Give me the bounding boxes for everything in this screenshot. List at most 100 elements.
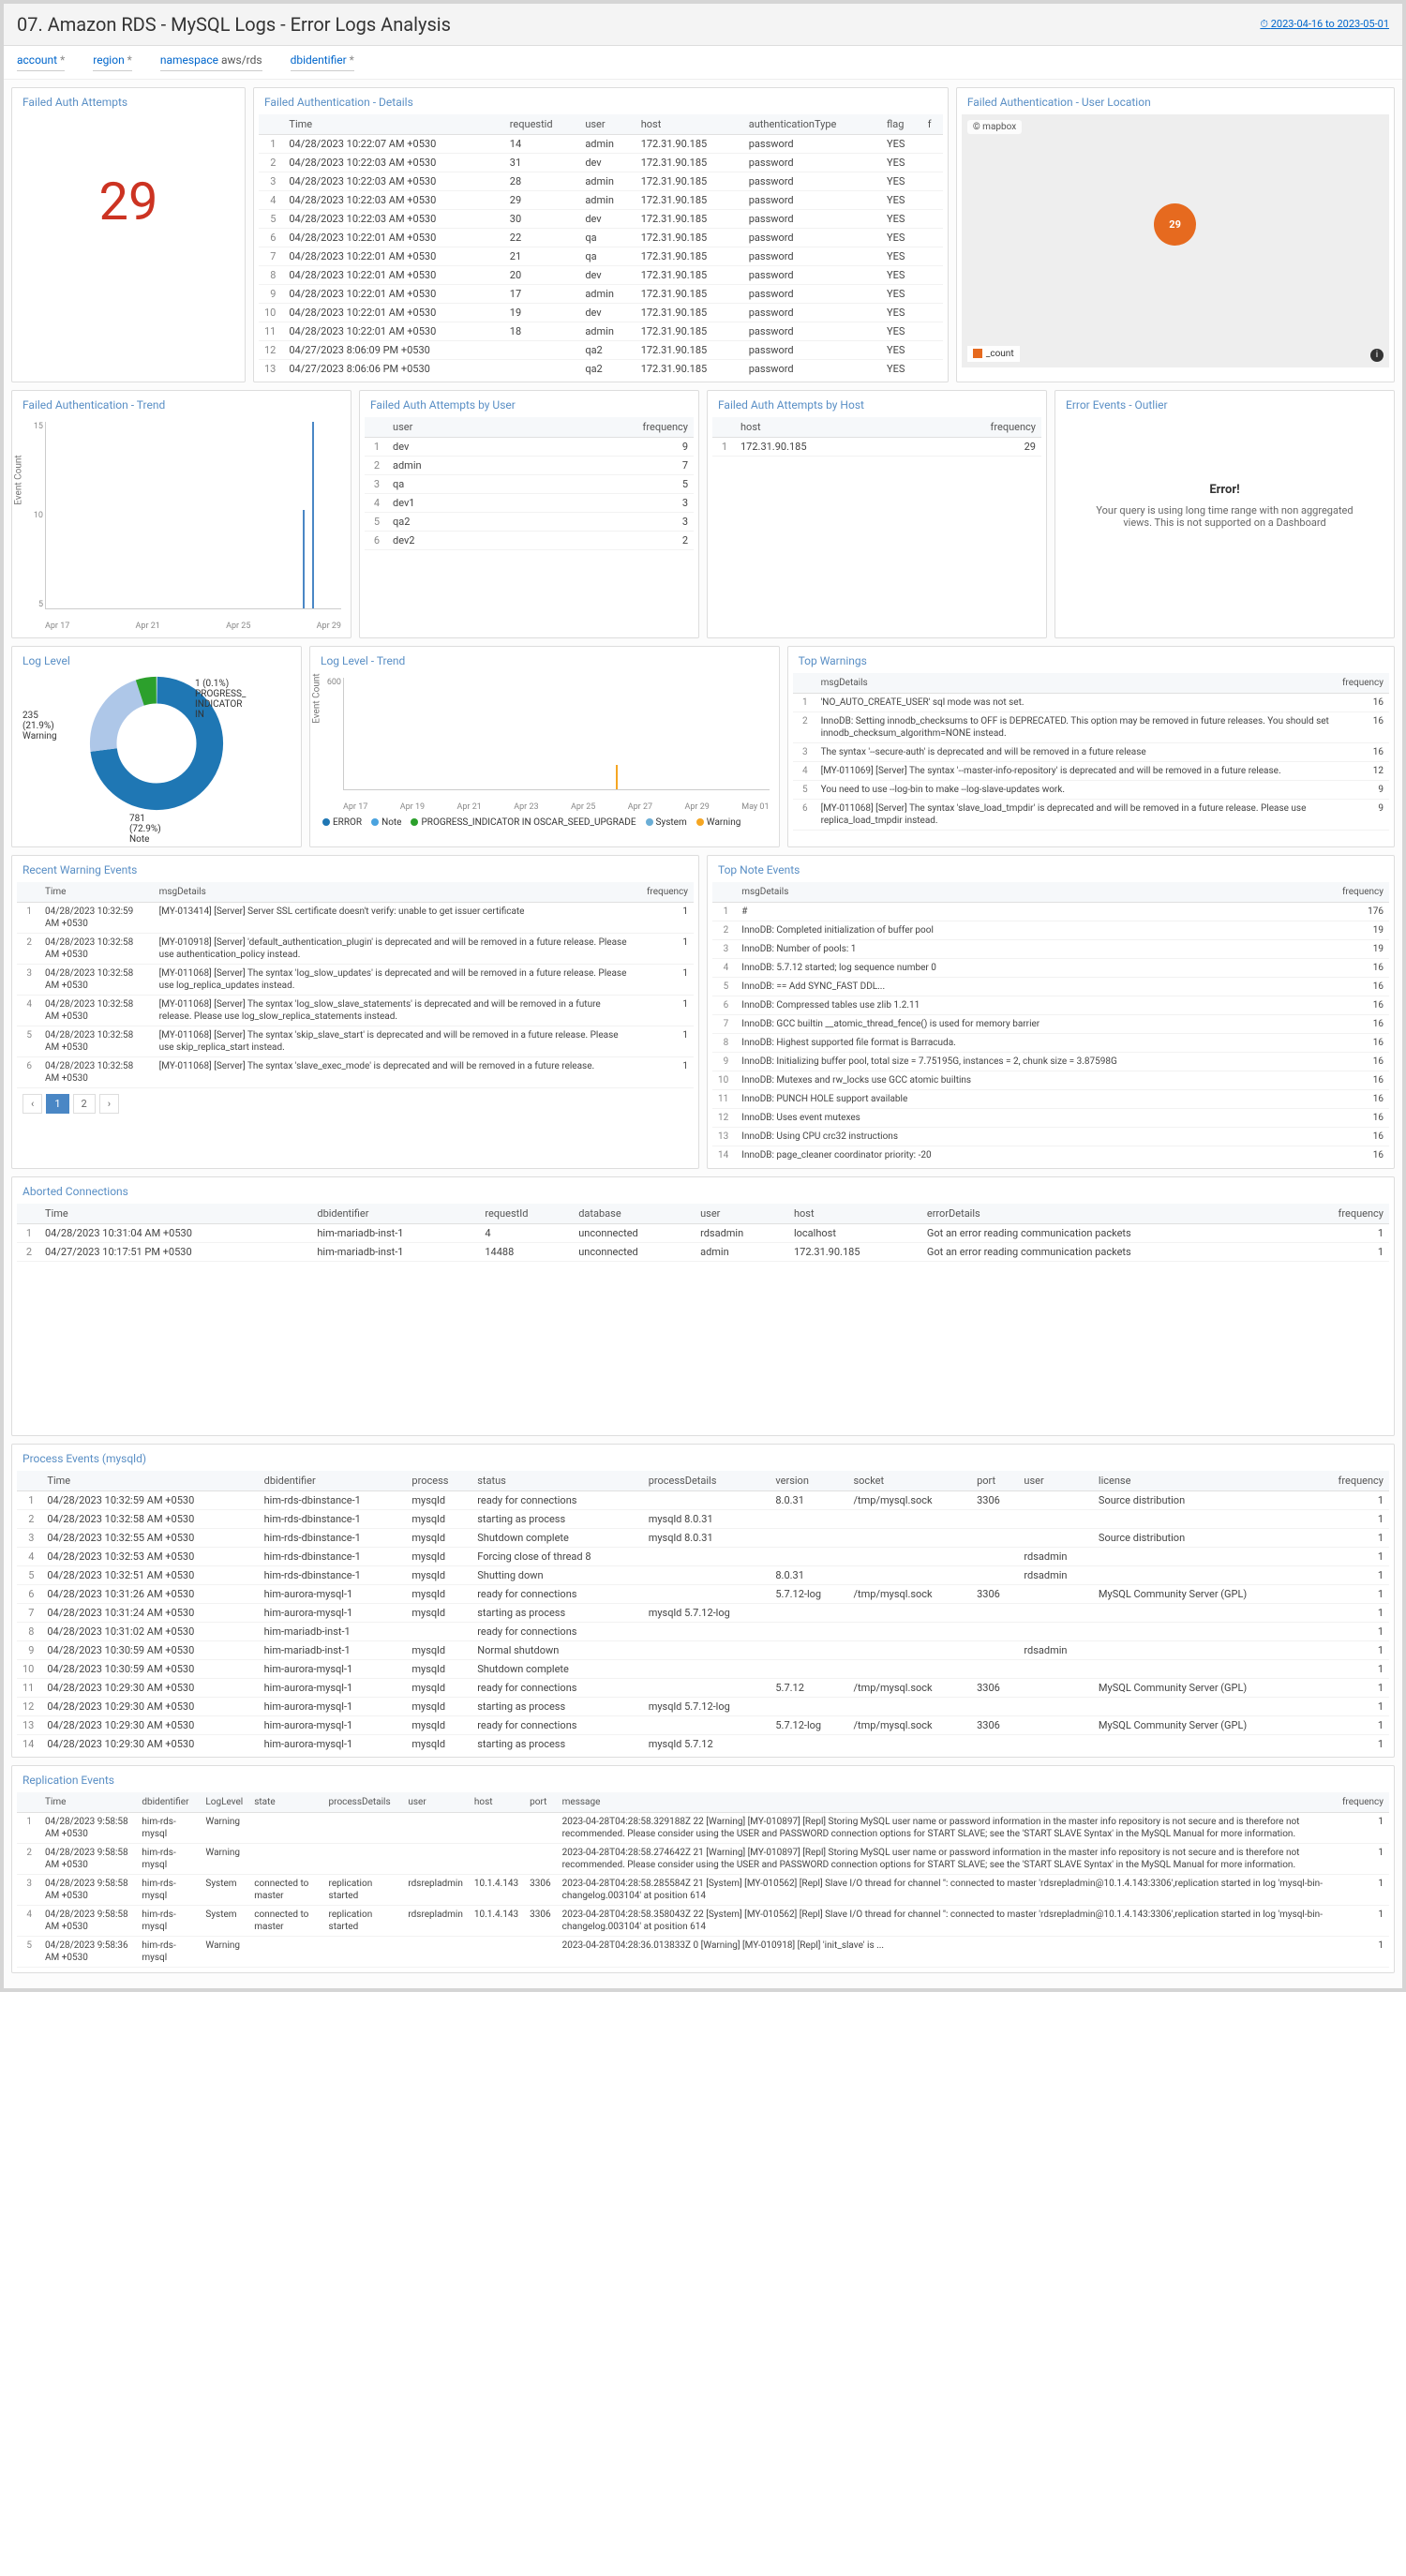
page-2[interactable]: 2	[73, 1094, 96, 1114]
table-row[interactable]: 104/28/2023 10:22:07 AM +053014admin172.…	[259, 135, 943, 154]
table-row[interactable]: 14InnoDB: page_cleaner coordinator prior…	[712, 1146, 1389, 1164]
table-row[interactable]: 404/28/2023 10:32:53 AM +0530him-rds-dbi…	[17, 1548, 1389, 1566]
table-row[interactable]: 9InnoDB: Initializing buffer pool, total…	[712, 1053, 1389, 1071]
table-row[interactable]: 5InnoDB: == Add SYNC_FAST DDL...16	[712, 978, 1389, 996]
table-row[interactable]: 2InnoDB: Setting innodb_checksums to OFF…	[793, 712, 1389, 743]
table-replication[interactable]: TimedbidentifierLogLevelstateprocessDeta…	[17, 1792, 1389, 1968]
table-row[interactable]: 204/28/2023 9:58:58 AM +0530him-rds-mysq…	[17, 1844, 1389, 1875]
table-row[interactable]: 804/28/2023 10:22:01 AM +053020dev172.31…	[259, 266, 943, 285]
panel-loglevel-trend: Log Level - Trend Event Count600Apr 17Ap…	[309, 646, 780, 847]
table-row[interactable]: 804/28/2023 10:31:02 AM +0530him-mariadb…	[17, 1623, 1389, 1641]
table-row[interactable]: 13InnoDB: Using CPU crc32 instructions16	[712, 1128, 1389, 1146]
page-next[interactable]: ›	[99, 1094, 119, 1114]
table-row[interactable]: 104/28/2023 9:58:58 AM +0530him-rds-mysq…	[17, 1813, 1389, 1844]
table-row[interactable]: 3The syntax '--secure-auth' is deprecate…	[793, 743, 1389, 762]
pagination: ‹ 1 2 ›	[17, 1088, 694, 1119]
table-aborted[interactable]: TimedbidentifierrequestIddatabaseuserhos…	[17, 1204, 1389, 1262]
table-row[interactable]: 5qa23	[365, 513, 694, 532]
filter-account[interactable]: account *	[17, 53, 65, 71]
table-row[interactable]: 7InnoDB: GCC builtin __atomic_thread_fen…	[712, 1015, 1389, 1034]
table-row[interactable]: 2InnoDB: Completed initialization of buf…	[712, 921, 1389, 940]
table-row[interactable]: 1dev9	[365, 438, 694, 457]
panel-title: Log Level	[17, 651, 296, 673]
table-row[interactable]: 1004/28/2023 10:30:59 AM +0530him-aurora…	[17, 1660, 1389, 1679]
map-cluster-bubble[interactable]: 29	[1154, 203, 1196, 246]
table-row[interactable]: 904/28/2023 10:22:01 AM +053017admin172.…	[259, 285, 943, 304]
info-icon[interactable]: i	[1370, 349, 1384, 362]
table-row[interactable]: 1204/27/2023 8:06:09 PM +0530qa2172.31.9…	[259, 341, 943, 360]
table-row[interactable]: 1172.31.90.18529	[712, 438, 1041, 457]
table-row[interactable]: 204/28/2023 10:32:58 AM +0530[MY-010918]…	[17, 934, 694, 965]
table-row[interactable]: 6dev22	[365, 532, 694, 550]
table-row[interactable]: 3InnoDB: Number of pools: 119	[712, 940, 1389, 959]
table-row[interactable]: 6[MY-011068] [Server] The syntax 'slave_…	[793, 800, 1389, 831]
table-row[interactable]: 204/28/2023 10:32:58 AM +0530him-rds-dbi…	[17, 1510, 1389, 1529]
table-row[interactable]: 104/28/2023 10:32:59 AM +0530him-rds-dbi…	[17, 1491, 1389, 1510]
table-row[interactable]: 604/28/2023 10:22:01 AM +053022qa172.31.…	[259, 229, 943, 247]
table-row[interactable]: 704/28/2023 10:22:01 AM +053021qa172.31.…	[259, 247, 943, 266]
panel-title: Failed Auth Attempts by Host	[712, 396, 1041, 417]
table-row[interactable]: 6InnoDB: Compressed tables use zlib 1.2.…	[712, 996, 1389, 1015]
mapbox-logo: © mapbox	[967, 120, 1022, 134]
table-row[interactable]: 11InnoDB: PUNCH HOLE support available16	[712, 1090, 1389, 1109]
table-row[interactable]: 304/28/2023 9:58:58 AM +0530him-rds-mysq…	[17, 1875, 1389, 1906]
chart-loglevel-trend[interactable]: Event Count600Apr 17Apr 19Apr 21Apr 23Ap…	[315, 673, 774, 814]
table-row[interactable]: 704/28/2023 10:31:24 AM +0530him-aurora-…	[17, 1604, 1389, 1623]
table-row[interactable]: 1'NO_AUTO_CREATE_USER' sql mode was not …	[793, 694, 1389, 712]
chart-failed-trend[interactable]: Event Count15105Apr 17Apr 21Apr 25Apr 29	[17, 417, 346, 633]
table-row[interactable]: 404/28/2023 9:58:58 AM +0530him-rds-mysq…	[17, 1906, 1389, 1937]
table-row[interactable]: 204/28/2023 10:22:03 AM +053031dev172.31…	[259, 154, 943, 172]
filter-region[interactable]: region *	[93, 53, 132, 71]
table-row[interactable]: 504/28/2023 10:22:03 AM +053030dev172.31…	[259, 210, 943, 229]
panel-aborted: Aborted Connections Timedbidentifierrequ…	[11, 1176, 1395, 1436]
table-top-note[interactable]: msgDetailsfrequency1#1762InnoDB: Complet…	[712, 882, 1389, 1163]
table-row[interactable]: 304/28/2023 10:22:03 AM +053028admin172.…	[259, 172, 943, 191]
table-row[interactable]: 104/28/2023 10:31:04 AM +0530him-mariadb…	[17, 1224, 1389, 1243]
table-row[interactable]: 1104/28/2023 10:22:01 AM +053018admin172…	[259, 322, 943, 341]
panel-title: Recent Warning Events	[17, 861, 694, 882]
panel-failed-map: Failed Authentication - User Location © …	[956, 87, 1395, 382]
map-viewport[interactable]: © mapbox 29 _count i	[962, 114, 1389, 367]
table-row[interactable]: 10InnoDB: Mutexes and rw_locks use GCC a…	[712, 1071, 1389, 1090]
panel-title: Failed Authentication - User Location	[962, 93, 1389, 114]
table-row[interactable]: 404/28/2023 10:22:03 AM +053029admin172.…	[259, 191, 943, 210]
table-row[interactable]: 104/28/2023 10:32:59 AM +0530[MY-013414]…	[17, 903, 694, 934]
filter-namespace[interactable]: namespace aws/rds	[160, 53, 262, 71]
table-by-host[interactable]: hostfrequency1172.31.90.18529	[712, 417, 1041, 457]
table-row[interactable]: 304/28/2023 10:32:55 AM +0530him-rds-dbi…	[17, 1529, 1389, 1548]
table-row[interactable]: 504/28/2023 10:32:51 AM +0530him-rds-dbi…	[17, 1566, 1389, 1585]
daterange-picker[interactable]: 2023-04-16 to 2023-05-01	[1260, 18, 1389, 31]
table-recent-warning[interactable]: TimemsgDetailsfrequency104/28/2023 10:32…	[17, 882, 694, 1088]
table-row[interactable]: 4dev13	[365, 494, 694, 513]
table-row[interactable]: 1204/28/2023 10:29:30 AM +0530him-aurora…	[17, 1698, 1389, 1716]
table-row[interactable]: 1304/28/2023 10:29:30 AM +0530him-aurora…	[17, 1716, 1389, 1735]
table-failed-details[interactable]: TimerequestiduserhostauthenticationTypef…	[259, 114, 943, 377]
table-row[interactable]: 304/28/2023 10:32:58 AM +0530[MY-011068]…	[17, 965, 694, 996]
table-process[interactable]: TimedbidentifierprocessstatusprocessDeta…	[17, 1471, 1389, 1752]
table-row[interactable]: 2admin7	[365, 457, 694, 475]
table-row[interactable]: 8InnoDB: Highest supported file format i…	[712, 1034, 1389, 1053]
table-row[interactable]: 1#176	[712, 903, 1389, 921]
table-row[interactable]: 12InnoDB: Uses event mutexes16	[712, 1109, 1389, 1128]
table-row[interactable]: 1304/27/2023 8:06:06 PM +0530qa2172.31.9…	[259, 360, 943, 378]
table-row[interactable]: 904/28/2023 10:30:59 AM +0530him-mariadb…	[17, 1641, 1389, 1660]
table-row[interactable]: 4[MY-011069] [Server] The syntax '--mast…	[793, 762, 1389, 781]
table-row[interactable]: 404/28/2023 10:32:58 AM +0530[MY-011068]…	[17, 996, 694, 1026]
table-row[interactable]: 1404/28/2023 10:29:30 AM +0530him-aurora…	[17, 1735, 1389, 1753]
table-row[interactable]: 5You need to use --log-bin to make --log…	[793, 781, 1389, 800]
table-row[interactable]: 204/27/2023 10:17:51 PM +0530him-mariadb…	[17, 1243, 1389, 1262]
table-row[interactable]: 604/28/2023 10:32:58 AM +0530[MY-011068]…	[17, 1057, 694, 1088]
table-top-warnings[interactable]: msgDetailsfrequency1'NO_AUTO_CREATE_USER…	[793, 673, 1389, 831]
table-row[interactable]: 504/28/2023 9:58:36 AM +0530him-rds-mysq…	[17, 1937, 1389, 1968]
table-row[interactable]: 4InnoDB: 5.7.12 started; log sequence nu…	[712, 959, 1389, 978]
table-by-user[interactable]: userfrequency1dev92admin73qa54dev135qa23…	[365, 417, 694, 550]
table-row[interactable]: 1004/28/2023 10:22:01 AM +053019dev172.3…	[259, 304, 943, 322]
chart-loglevel-donut[interactable]: 235 (21.9%) Warning781 (72.9%) Note1 (0.…	[17, 673, 296, 842]
table-row[interactable]: 3qa5	[365, 475, 694, 494]
page-prev[interactable]: ‹	[22, 1094, 42, 1114]
table-row[interactable]: 504/28/2023 10:32:58 AM +0530[MY-011068]…	[17, 1026, 694, 1057]
filter-dbidentifier[interactable]: dbidentifier *	[291, 53, 354, 71]
table-row[interactable]: 604/28/2023 10:31:26 AM +0530him-aurora-…	[17, 1585, 1389, 1604]
table-row[interactable]: 1104/28/2023 10:29:30 AM +0530him-aurora…	[17, 1679, 1389, 1698]
page-1[interactable]: 1	[46, 1094, 68, 1114]
